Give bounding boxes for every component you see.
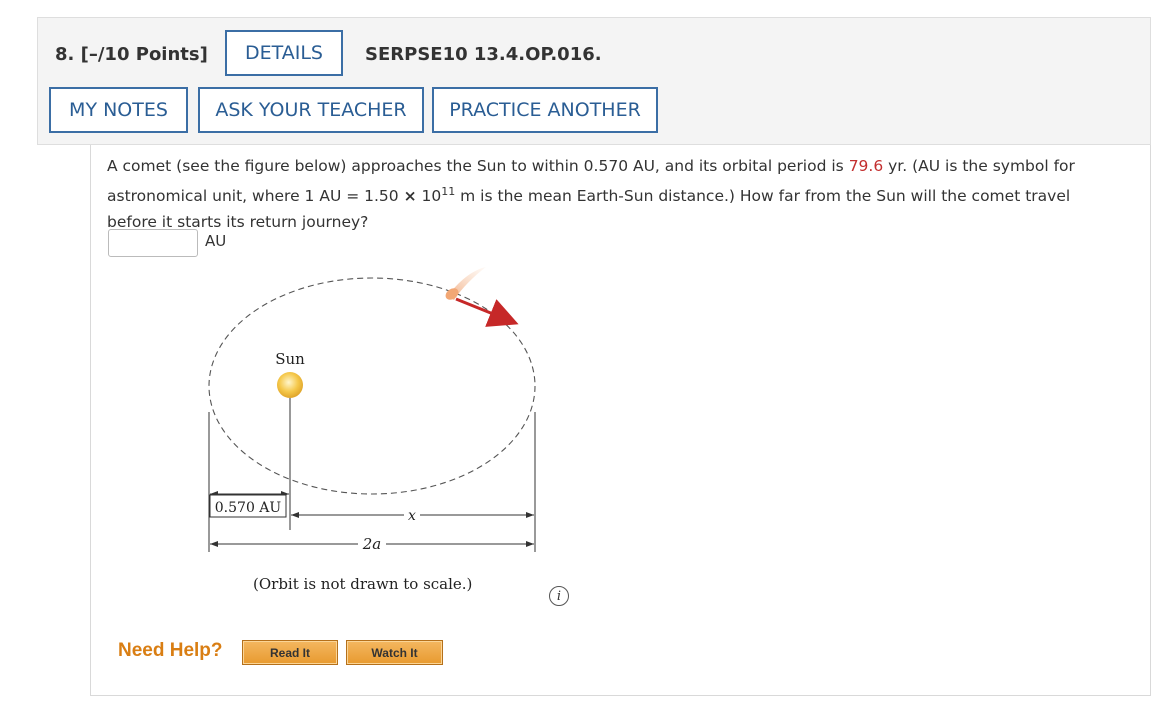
- times-symbol: ×: [403, 187, 417, 206]
- sun-label: Sun: [275, 350, 305, 368]
- question-number: 8. [–/10 Points]: [55, 44, 208, 65]
- period-value: 79.6: [848, 157, 884, 175]
- comet-velocity-arrow: [455, 297, 519, 327]
- perihelion-label: 0.570 AU: [215, 500, 282, 516]
- major-axis-label: 2a: [362, 535, 382, 553]
- read-it-button[interactable]: Read It: [242, 640, 338, 665]
- answer-unit: AU: [205, 232, 227, 250]
- need-help-label: Need Help?: [118, 640, 223, 661]
- prompt-text-1: A comet (see the figure below) approache…: [107, 157, 849, 175]
- x-label: x: [408, 508, 416, 524]
- details-button[interactable]: DETAILS: [225, 30, 343, 76]
- info-icon[interactable]: i: [549, 586, 569, 606]
- comet-orbit-figure: Sun 0.570 AU x 2a: [208, 267, 536, 553]
- sun-icon: [277, 372, 303, 398]
- my-notes-button[interactable]: MY NOTES: [49, 87, 188, 133]
- ask-your-teacher-button[interactable]: ASK YOUR TEACHER: [198, 87, 424, 133]
- question-id: SERPSE10 13.4.OP.016.: [365, 44, 602, 65]
- answer-input[interactable]: [108, 229, 198, 257]
- watch-it-button[interactable]: Watch It: [346, 640, 443, 665]
- question-prompt: A comet (see the figure below) approache…: [107, 153, 1097, 235]
- power-base: 10: [416, 187, 442, 206]
- practice-another-button[interactable]: PRACTICE ANOTHER: [432, 87, 658, 133]
- power-exponent: 11: [441, 185, 456, 198]
- figure-caption: (Orbit is not drawn to scale.): [253, 575, 473, 593]
- question-header: 8. [–/10 Points] DETAILS SERPSE10 13.4.O…: [37, 17, 1151, 145]
